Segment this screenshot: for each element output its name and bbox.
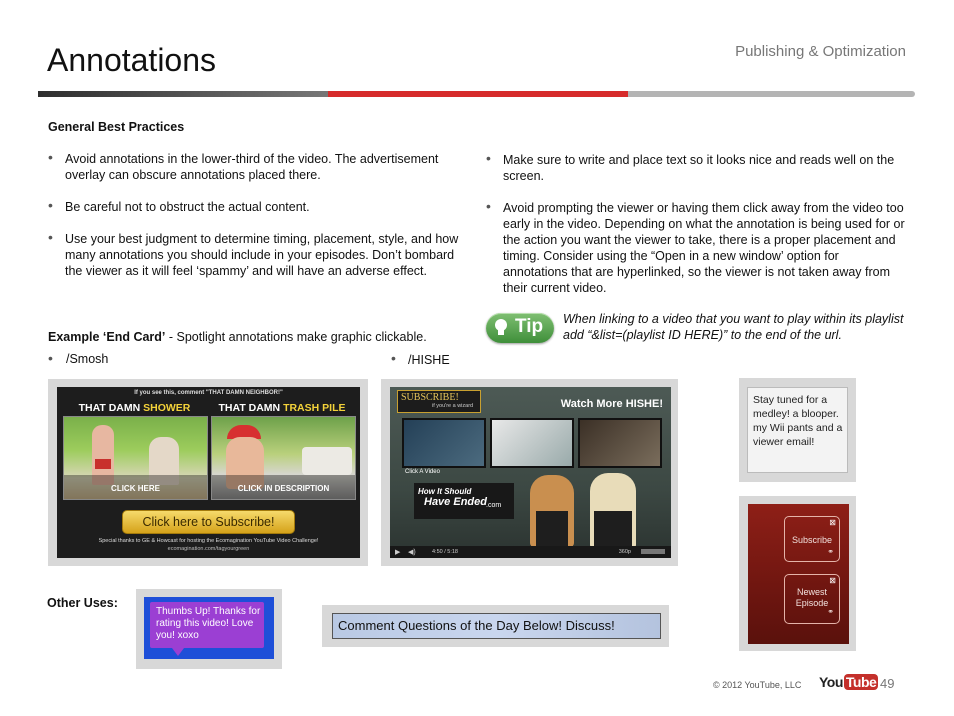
rule-segment-red — [328, 91, 628, 97]
youtube-logo-you: You — [819, 674, 843, 690]
smosh-end-card[interactable]: If you see this, comment "THAT DAMN NEIG… — [57, 387, 360, 558]
speech-bubble-tail — [172, 648, 184, 656]
smosh-url[interactable]: ecomagination.com/tagyourgreen — [57, 546, 360, 552]
best-practices-heading: General Best Practices — [48, 120, 185, 134]
comment-annotation-frame: Comment Questions of the Day Below! Disc… — [322, 605, 669, 647]
example-label-bold: Example ‘End Card’ — [48, 330, 166, 344]
lightbulb-icon — [495, 319, 507, 335]
hishe-click-video: Click A Video — [405, 469, 440, 475]
tip-badge-label: Tip — [515, 316, 544, 337]
subscribe-spotlight[interactable]: ⊠ Subscribe ⚭ — [784, 516, 840, 562]
bullet-dot: • — [48, 350, 53, 366]
hishe-logo-line3: .com — [486, 502, 502, 509]
page-number: 49 — [880, 676, 895, 691]
section-label: Publishing & Optimization — [735, 43, 906, 60]
link-icon: ⚭ — [827, 547, 834, 556]
speech-bubble: Thumbs Up! Thanks for rating this video!… — [150, 602, 264, 648]
rule-segment-grey — [628, 91, 915, 97]
subscribe-button[interactable]: Click here to Subscribe! — [122, 510, 295, 534]
volume-icon[interactable]: ◀) — [408, 548, 416, 556]
thumbs-up-annotation-frame: Thumbs Up! Thanks for rating this video!… — [136, 589, 282, 669]
smosh-end-card-frame: If you see this, comment "THAT DAMN NEIG… — [48, 379, 368, 566]
link-icon: ⚭ — [827, 607, 834, 616]
comment-annotation: Comment Questions of the Day Below! Disc… — [332, 613, 661, 639]
smosh-right-title: THAT DAMN TRASH PILE — [218, 402, 346, 414]
cartoon-figure-robe — [594, 511, 632, 551]
hishe-end-card[interactable]: SUBSCRIBE! if you're a wizard Watch More… — [390, 387, 671, 558]
thumbs-up-text: Thumbs Up! Thanks for rating this video!… — [156, 606, 261, 641]
thumbs-up-annotation-bg: Thumbs Up! Thanks for rating this video!… — [144, 597, 274, 659]
video-player-controls[interactable]: ▶ ◀) 4:50 / 5:18 360p — [390, 546, 671, 558]
spotlight-annotation-frame: ⊠ Subscribe ⚭ ⊠ Newest Episode ⚭ — [739, 496, 856, 651]
hishe-watch-more[interactable]: Watch More HISHE! — [561, 398, 663, 410]
video-thumbnail-2[interactable] — [490, 418, 574, 468]
stay-tuned-annotation-frame: Stay tuned for a medley! a blooper. my W… — [739, 378, 856, 482]
youtube-logo: You Tube — [819, 674, 879, 690]
best-practices-right: Make sure to write and place text so it … — [486, 150, 906, 312]
fullscreen-icon[interactable] — [641, 549, 665, 554]
close-icon[interactable]: ⊠ — [829, 576, 836, 585]
close-icon[interactable]: ⊠ — [829, 518, 836, 527]
subscribe-label: Subscribe — [791, 535, 833, 545]
video-thumbnail-trash-pile[interactable]: CLICK IN DESCRIPTION — [211, 416, 356, 500]
other-uses-label: Other Uses: — [47, 596, 118, 610]
spotlight-annotation: ⊠ Subscribe ⚭ ⊠ Newest Episode ⚭ — [748, 504, 849, 644]
hishe-logo-line2: Have Ended — [424, 496, 487, 508]
hishe-logo[interactable]: How It Should Have Ended .com — [414, 483, 514, 519]
stay-tuned-text: Stay tuned for a medley! a blooper. my W… — [753, 394, 843, 448]
hishe-logo-line1: How It Should — [418, 487, 472, 496]
hishe-wizard: if you're a wizard — [432, 403, 474, 409]
smosh-left-title: THAT DAMN SHOWER — [78, 402, 191, 414]
smosh-left-caption: CLICK HERE — [111, 484, 160, 493]
rule-segment-dark — [38, 91, 328, 97]
quality-selector[interactable]: 360p — [619, 549, 631, 555]
newest-episode-label: Newest Episode — [795, 587, 829, 608]
video-time: 4:50 / 5:18 — [432, 549, 458, 555]
thumbnail-figure-shorts — [95, 459, 111, 469]
smosh-right-caption: CLICK IN DESCRIPTION — [237, 484, 330, 493]
bullet-item: Avoid annotations in the lower-third of … — [48, 149, 473, 183]
smosh-top-text: If you see this, comment "THAT DAMN NEIG… — [134, 390, 283, 396]
bullet-item: Avoid prompting the viewer or having the… — [486, 198, 906, 296]
smosh-thanks: Special thanks to GE & Howcast for hosti… — [98, 538, 319, 544]
bullet-item: Make sure to write and place text so it … — [486, 150, 906, 184]
comment-text: Comment Questions of the Day Below! Disc… — [338, 618, 615, 633]
play-icon[interactable]: ▶ — [395, 548, 400, 556]
example-item-smosh[interactable]: /Smosh — [66, 352, 108, 366]
hishe-subscribe-box[interactable]: SUBSCRIBE! if you're a wizard — [397, 390, 481, 413]
tip-badge: Tip — [486, 313, 554, 343]
header-rule — [38, 91, 915, 97]
copyright: © 2012 YouTube, LLC — [713, 680, 802, 690]
video-thumbnail-1[interactable] — [402, 418, 486, 468]
example-item-hishe[interactable]: /HISHE — [408, 353, 450, 367]
hishe-subscribe: SUBSCRIBE! — [401, 392, 459, 403]
thumbnail-truck — [302, 447, 352, 475]
tip-text: When linking to a video that you want to… — [563, 312, 904, 342]
stay-tuned-annotation: Stay tuned for a medley! a blooper. my W… — [747, 387, 848, 473]
best-practices-left: Avoid annotations in the lower-third of … — [48, 149, 473, 295]
bullet-item: Be careful not to obstruct the actual co… — [48, 197, 473, 215]
page-title: Annotations — [47, 42, 217, 78]
youtube-logo-tube: Tube — [843, 674, 879, 690]
newest-episode-spotlight[interactable]: ⊠ Newest Episode ⚭ — [784, 574, 840, 624]
example-label: Example ‘End Card’ - Spotlight annotatio… — [48, 330, 427, 344]
video-thumbnail-shower[interactable]: CLICK HERE — [63, 416, 208, 500]
hishe-end-card-frame: SUBSCRIBE! if you're a wizard Watch More… — [381, 379, 678, 566]
example-label-rest: - Spotlight annotations make graphic cli… — [165, 330, 427, 344]
bullet-item: Use your best judgment to determine timi… — [48, 229, 473, 279]
bullet-dot: • — [391, 350, 396, 366]
cartoon-figure-robe — [536, 511, 568, 551]
video-thumbnail-3[interactable] — [578, 418, 662, 468]
